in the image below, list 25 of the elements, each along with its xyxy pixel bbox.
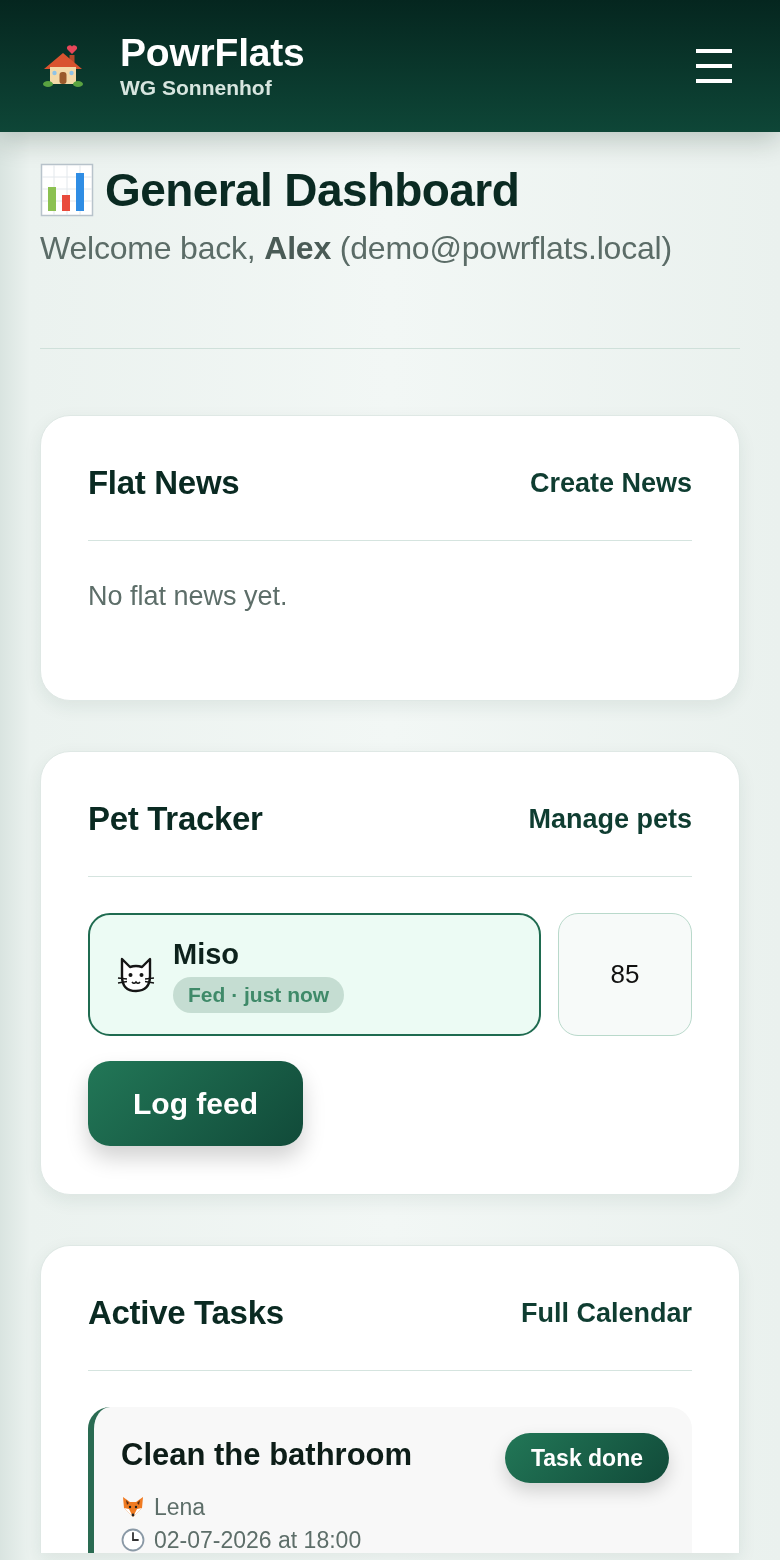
card-title: Pet Tracker [88, 800, 263, 838]
cat-icon [117, 955, 155, 994]
empty-state-text: No flat news yet. [88, 581, 289, 611]
app-title: PowrFlats [120, 32, 305, 74]
fox-icon [121, 1495, 145, 1519]
card-header-link[interactable]: Full Calendar [520, 1297, 692, 1329]
card-title: Active Tasks [88, 1294, 284, 1332]
page-title: General Dashboard [105, 165, 520, 215]
pet-name: Miso [173, 936, 240, 971]
card-title: Flat News [88, 464, 240, 502]
task-title: Clean the bathroom [121, 1437, 413, 1473]
feed-status: Fed · just now [173, 976, 345, 1013]
log-feed-button[interactable]: Log feed [88, 1061, 303, 1146]
task-done-button[interactable]: Task done [504, 1433, 669, 1483]
flat-name: WG Sonnenhof [120, 76, 273, 100]
due-date: 02-07-2026 at 18:00 [154, 1527, 362, 1553]
bar-chart-icon [40, 163, 94, 217]
number-input[interactable]: 85 [558, 913, 692, 1036]
assignee-name: Lena [154, 1494, 206, 1520]
card-header-link[interactable]: Create News [529, 467, 692, 499]
menu-icon [696, 49, 732, 83]
menu-button[interactable] [696, 49, 732, 83]
welcome-text: Welcome back, Alex (demo@powrflats.local) [40, 230, 672, 266]
house-icon [42, 44, 84, 88]
card-header-link[interactable]: Manage pets [528, 803, 692, 835]
